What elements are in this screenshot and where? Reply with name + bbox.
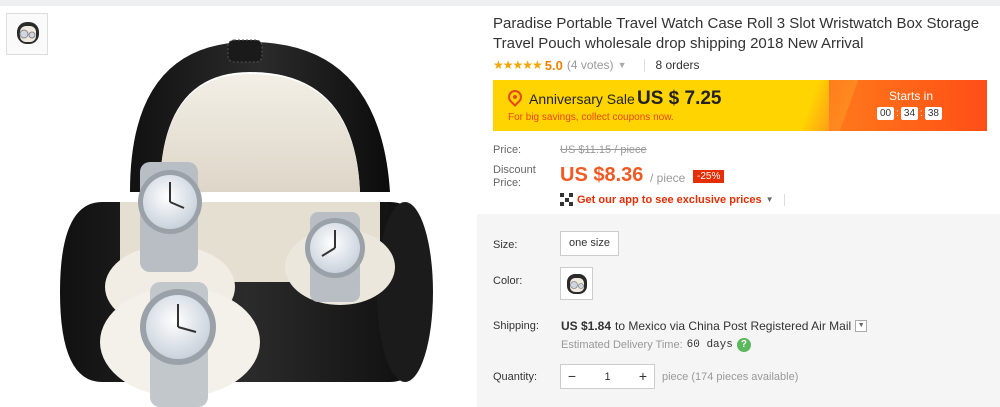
divider xyxy=(783,193,785,206)
shipping-destination: to Mexico via China Post Registered Air … xyxy=(615,319,852,333)
discount-price: US $8.36 xyxy=(560,164,644,186)
estimated-delivery: Estimated Delivery Time: 60 days ? xyxy=(561,338,751,352)
size-label: Size: xyxy=(493,239,518,251)
size-option-one-size[interactable]: one size xyxy=(560,231,619,256)
sale-name: Anniversary Sale xyxy=(529,91,635,107)
sale-price: US $ 7.25 xyxy=(637,88,722,109)
rating-row: ★★★★★ 5.0 (4 votes) ▼ 8 orders xyxy=(493,57,700,73)
chevron-down-icon[interactable]: ▼ xyxy=(855,320,868,332)
shipping-label: Shipping: xyxy=(493,320,539,332)
quantity-label: Quantity: xyxy=(493,371,538,383)
watch-case-thumbnail-image xyxy=(17,22,39,44)
color-label: Color: xyxy=(493,275,523,287)
estimated-delivery-days: 60 days xyxy=(686,339,733,351)
price-label: Price: xyxy=(493,144,522,156)
sale-countdown: Starts in 00 : 34 : 38 xyxy=(829,80,987,131)
gallery-thumbnail[interactable] xyxy=(6,13,48,55)
increase-quantity-button[interactable]: + xyxy=(632,365,654,388)
sale-coupon-note[interactable]: For big savings, collect coupons now. xyxy=(508,112,674,123)
qr-code-icon xyxy=(560,193,573,206)
product-title: Paradise Portable Travel Watch Case Roll… xyxy=(493,15,980,52)
shipping-cost: US $1.84 xyxy=(561,319,612,333)
quantity-available: piece (174 pieces available) xyxy=(662,371,799,383)
sale-banner-info: Anniversary Sale US $ 7.25 For big savin… xyxy=(493,80,829,131)
color-option-swatch[interactable] xyxy=(560,267,593,300)
main-product-image[interactable] xyxy=(60,12,472,407)
countdown-timer: 00 : 34 : 38 xyxy=(877,107,942,120)
discount-badge: -25% xyxy=(693,170,725,183)
original-price: US $11.15 / piece xyxy=(560,144,647,156)
votes-count[interactable]: (4 votes) xyxy=(567,58,614,72)
estimated-delivery-label: Estimated Delivery Time: xyxy=(561,339,683,351)
caret-down-icon[interactable]: ▼ xyxy=(766,195,774,204)
help-icon[interactable]: ? xyxy=(736,338,751,352)
top-bar xyxy=(0,0,1000,6)
per-piece-unit: / piece xyxy=(650,171,686,185)
timer-minutes: 34 xyxy=(900,107,919,120)
rating-value[interactable]: 5.0 xyxy=(545,58,563,73)
quantity-stepper: − 1 + xyxy=(560,364,655,389)
discount-price-label: Discount Price: xyxy=(493,164,536,189)
location-pin-icon xyxy=(505,87,525,107)
chevron-down-icon[interactable]: ▼ xyxy=(618,60,627,70)
divider xyxy=(644,58,646,72)
starts-in-label: Starts in xyxy=(889,89,934,103)
sale-banner: Anniversary Sale US $ 7.25 For big savin… xyxy=(493,80,987,131)
orders-count: 8 orders xyxy=(655,58,700,72)
product-options-panel: Size: one size Color: Shipping: US $1.84… xyxy=(477,214,1000,407)
app-promo-link[interactable]: Get our app to see exclusive prices ▼ xyxy=(560,193,785,206)
app-promo-text[interactable]: Get our app to see exclusive prices xyxy=(577,194,762,206)
color-swatch-image xyxy=(566,273,587,294)
star-rating-icon: ★★★★★ xyxy=(493,58,543,72)
timer-hours: 00 xyxy=(877,107,895,120)
quantity-input[interactable]: 1 xyxy=(583,371,632,383)
shipping-method[interactable]: US $1.84 to Mexico via China Post Regist… xyxy=(561,319,868,333)
decrease-quantity-button[interactable]: − xyxy=(561,365,583,388)
timer-seconds: 38 xyxy=(924,107,942,120)
